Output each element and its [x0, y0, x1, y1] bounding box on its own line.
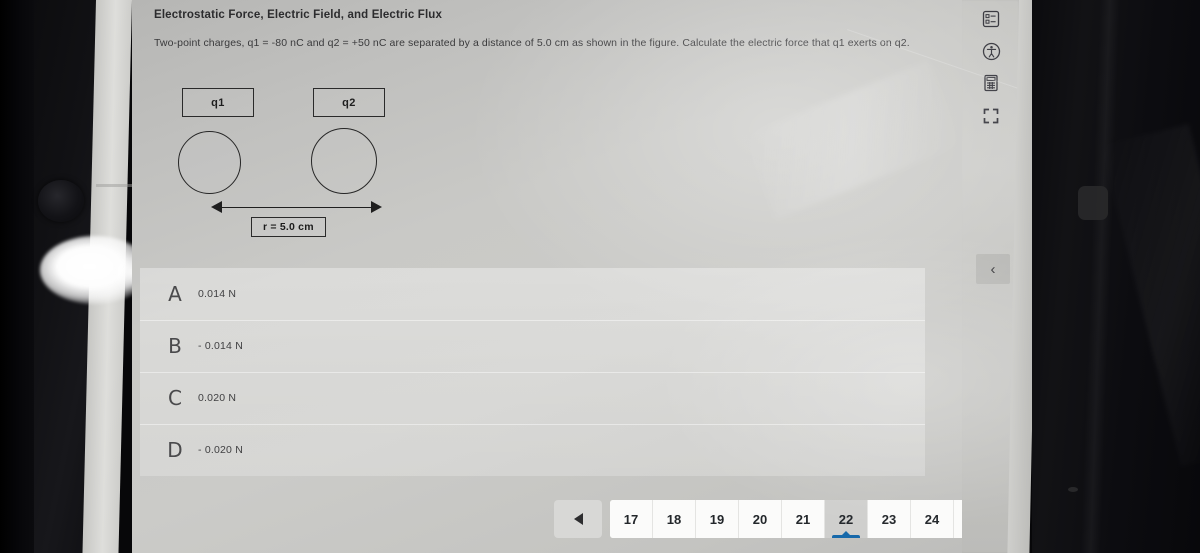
answer-text: 0.014 N [198, 288, 237, 300]
device-camera [38, 180, 84, 222]
arrow-head-left-icon [211, 201, 222, 213]
arrow-head-right-icon [371, 201, 382, 213]
answer-option-c[interactable]: C 0.020 N [140, 372, 925, 424]
answer-options-panel: A 0.014 N B - 0.014 N C 0.020 N D - 0.02… [140, 268, 925, 476]
pagination: 17 18 19 20 21 22 23 24 25 26 Next [554, 500, 1020, 538]
page-button-21[interactable]: 21 [782, 500, 825, 538]
answer-letter: A [168, 282, 182, 306]
fullscreen-button[interactable] [978, 103, 1004, 129]
collapse-rail-button[interactable]: ‹ [976, 254, 1010, 284]
answer-letter: C [168, 386, 182, 410]
photographed-screen: Electrostatic Force, Electric Field, and… [0, 0, 1200, 553]
wall-seam [95, 184, 137, 187]
answer-text: - 0.014 N [198, 340, 243, 352]
screen-surface: Electrostatic Force, Electric Field, and… [132, 0, 1020, 553]
accessibility-icon [982, 42, 1000, 60]
physics-figure: q1 q2 r = 5.0 cm [154, 88, 454, 248]
chevron-left-icon: ‹ [990, 260, 996, 278]
answer-text: - 0.020 N [198, 444, 243, 456]
page-title: Electrostatic Force, Electric Field, and… [154, 9, 443, 21]
previous-page-button[interactable] [554, 500, 602, 538]
page-button-24[interactable]: 24 [911, 500, 954, 538]
page-button-17[interactable]: 17 [610, 500, 653, 538]
question-text: Two-point charges, q1 = -80 nC and q2 = … [154, 37, 910, 49]
triangle-left-icon [573, 513, 583, 525]
answer-letter: B [168, 334, 182, 358]
page-button-20[interactable]: 20 [739, 500, 782, 538]
page-number-group: 17 18 19 20 21 22 23 24 25 26 [610, 500, 1020, 538]
charge1-label-box: q1 [182, 88, 254, 117]
form-list-icon [982, 10, 1000, 28]
device-side-button[interactable] [1078, 186, 1108, 220]
charge1-circle [178, 131, 241, 194]
answer-text: 0.020 N [198, 392, 237, 404]
calculator-button[interactable] [978, 70, 1004, 96]
quiz-page: Electrostatic Force, Electric Field, and… [132, 0, 1020, 553]
form-list-button[interactable] [978, 6, 1004, 32]
device-bezel-left-shadow [0, 0, 34, 553]
distance-arrow-line [216, 207, 379, 208]
distance-label-box: r = 5.0 cm [251, 217, 326, 237]
page-button-19[interactable]: 19 [696, 500, 739, 538]
page-button-22-active[interactable]: 22 [825, 500, 868, 538]
answer-letter: D [167, 438, 183, 462]
fullscreen-icon [983, 108, 999, 124]
charge2-label-box: q2 [313, 88, 385, 117]
page-button-18[interactable]: 18 [653, 500, 696, 538]
answer-option-a[interactable]: A 0.014 N [140, 268, 925, 320]
calculator-icon [984, 74, 998, 92]
page-button-23[interactable]: 23 [868, 500, 911, 538]
answer-option-d[interactable]: D - 0.020 N [140, 424, 925, 476]
accessibility-button[interactable] [978, 38, 1004, 64]
device-indicator-dot [1068, 487, 1078, 492]
answer-option-b[interactable]: B - 0.014 N [140, 320, 925, 372]
charge2-circle [311, 128, 377, 194]
